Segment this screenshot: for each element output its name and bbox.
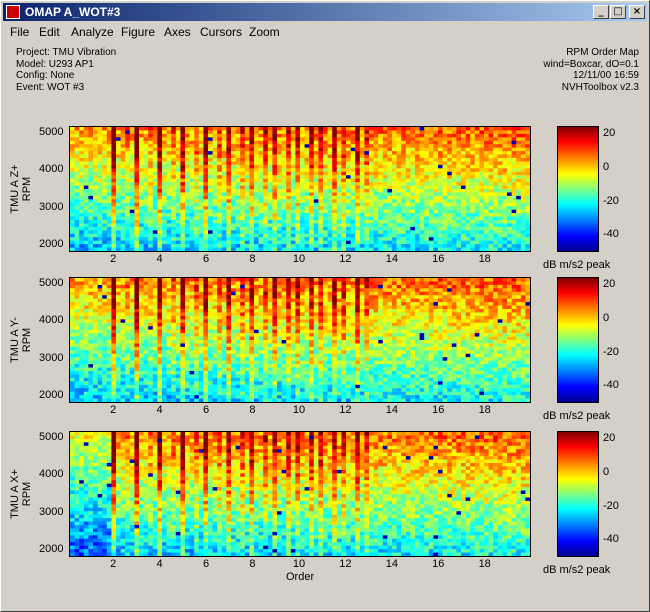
y-tick-label: 3000 bbox=[39, 351, 64, 364]
info-window: wind=Boxcar, dO=0.1 bbox=[543, 58, 639, 70]
x-tick-label: 12 bbox=[339, 558, 352, 570]
x-tick-label: 10 bbox=[292, 558, 306, 570]
menu-edit[interactable]: Edit bbox=[39, 25, 60, 39]
heatmap-cells bbox=[70, 432, 530, 556]
colorbar-tick-label: -40 bbox=[603, 379, 619, 392]
x-tick-label: 12 bbox=[339, 253, 352, 265]
menu-file[interactable]: File bbox=[10, 25, 29, 39]
x-tick-label: 12 bbox=[339, 404, 352, 416]
x-axis-label: Order bbox=[286, 571, 315, 583]
colorbar-tick-label: 0 bbox=[603, 161, 610, 173]
colorbar-tick-label: -20 bbox=[603, 194, 619, 207]
y-axis-label: TMU A Y- RPM bbox=[9, 317, 33, 363]
info-date: 12/11/00 16:59 bbox=[573, 70, 639, 81]
info-model: Model: U293 AP1 bbox=[16, 58, 94, 70]
title-bar[interactable]: OMAP A_WOT#3 _ □ × bbox=[3, 3, 647, 21]
colorbar-tick-label: -40 bbox=[603, 533, 619, 546]
x-tick-label: 2 bbox=[110, 404, 117, 416]
y-tick-label: 4000 bbox=[39, 468, 64, 481]
x-tick-label: 2 bbox=[110, 558, 117, 570]
x-tick-label: 14 bbox=[385, 253, 398, 265]
y-tick-label: 5000 bbox=[39, 126, 64, 139]
x-tick-label: 18 bbox=[478, 253, 491, 265]
y-tick-label: 3000 bbox=[39, 200, 64, 213]
colorbar-1[interactable] bbox=[557, 126, 599, 252]
y-tick-label: 2000 bbox=[39, 237, 64, 250]
x-tick-label: 8 bbox=[249, 558, 256, 570]
x-tick-label: 16 bbox=[432, 253, 445, 265]
minimize-button[interactable]: _ bbox=[593, 5, 609, 19]
y-tick-label: 3000 bbox=[39, 505, 64, 518]
menu-axes[interactable]: Axes bbox=[164, 25, 191, 39]
y-tick-label: 5000 bbox=[39, 277, 64, 290]
menu-figure[interactable]: Figure bbox=[121, 25, 155, 39]
y-tick-label: 2000 bbox=[39, 542, 64, 555]
maximize-button[interactable]: □ bbox=[610, 5, 626, 19]
x-tick-label: 18 bbox=[478, 558, 491, 570]
menu-zoom[interactable]: Zoom bbox=[249, 25, 280, 39]
y-axis-label: TMU A X+ RPM bbox=[9, 469, 33, 519]
x-tick-label: 4 bbox=[156, 558, 163, 570]
y-tick-label: 5000 bbox=[39, 431, 64, 444]
close-button[interactable]: × bbox=[629, 5, 645, 19]
heatmap-cells bbox=[70, 127, 530, 251]
colorbar-2[interactable] bbox=[557, 277, 599, 403]
info-right: RPM Order Map wind=Boxcar, dO=0.1 12/11/… bbox=[543, 47, 639, 93]
colorbar-tick-label: 0 bbox=[603, 312, 610, 324]
x-tick-label: 16 bbox=[432, 558, 445, 570]
info-left: Project: TMU Vibration Model: U293 AP1 C… bbox=[16, 47, 116, 93]
x-tick-label: 10 bbox=[292, 253, 306, 265]
heatmap-cells bbox=[70, 278, 530, 402]
x-tick-label: 4 bbox=[156, 253, 163, 265]
info-project: Project: TMU Vibration bbox=[16, 47, 117, 58]
x-tick-label: 14 bbox=[385, 404, 398, 416]
x-tick-label: 8 bbox=[249, 404, 256, 416]
colorbar-tick-label: 20 bbox=[603, 278, 616, 291]
x-tick-label: 6 bbox=[202, 558, 210, 570]
menu-bar: File Edit Analyze Figure Axes Cursors Zo… bbox=[3, 23, 647, 41]
order-map-heatmap-3[interactable] bbox=[69, 431, 531, 557]
info-version: NVHToolbox v2.3 bbox=[561, 81, 639, 93]
colorbar-unit-label: dB m/s2 peak bbox=[543, 410, 611, 422]
x-tick-label: 2 bbox=[110, 253, 117, 265]
info-title: RPM Order Map bbox=[566, 47, 639, 58]
colorbar-tick-label: 20 bbox=[603, 432, 616, 445]
order-map-heatmap-1[interactable] bbox=[69, 126, 531, 252]
colorbar-tick-label: 20 bbox=[603, 127, 616, 140]
info-config: Config: None bbox=[16, 70, 75, 81]
colorbar-tick-label: -20 bbox=[603, 499, 619, 512]
plot-area: Project: TMU Vibration Model: U293 AP1 C… bbox=[3, 41, 647, 609]
x-tick-label: 6 bbox=[202, 404, 210, 416]
menu-analyze[interactable]: Analyze bbox=[71, 25, 114, 39]
x-tick-label: 10 bbox=[292, 404, 306, 416]
colorbar-tick-label: 0 bbox=[603, 466, 610, 478]
x-tick-label: 18 bbox=[478, 404, 491, 416]
colorbar-tick-label: -40 bbox=[603, 228, 619, 241]
y-tick-label: 4000 bbox=[39, 163, 64, 176]
x-tick-label: 4 bbox=[156, 404, 163, 416]
y-tick-label: 2000 bbox=[39, 388, 64, 401]
window-title: OMAP A_WOT#3 bbox=[25, 5, 121, 19]
order-map-heatmap-2[interactable] bbox=[69, 277, 531, 403]
y-tick-label: 4000 bbox=[39, 314, 64, 327]
info-event: Event: WOT #3 bbox=[16, 81, 85, 93]
colorbar-tick-label: -20 bbox=[603, 345, 619, 358]
y-axis-label: TMU A Z+ RPM bbox=[9, 164, 33, 214]
menu-cursors[interactable]: Cursors bbox=[200, 25, 242, 39]
x-tick-label: 14 bbox=[385, 558, 398, 570]
colorbar-3[interactable] bbox=[557, 431, 599, 557]
x-tick-label: 8 bbox=[249, 253, 256, 265]
x-tick-label: 6 bbox=[202, 253, 210, 265]
x-tick-label: 16 bbox=[432, 404, 445, 416]
figure-window: OMAP A_WOT#3 _ □ × File Edit Analyze Fig… bbox=[0, 0, 650, 612]
colorbar-unit-label: dB m/s2 peak bbox=[543, 259, 611, 271]
matlab-figure-icon bbox=[6, 5, 20, 19]
colorbar-unit-label: dB m/s2 peak bbox=[543, 564, 611, 576]
